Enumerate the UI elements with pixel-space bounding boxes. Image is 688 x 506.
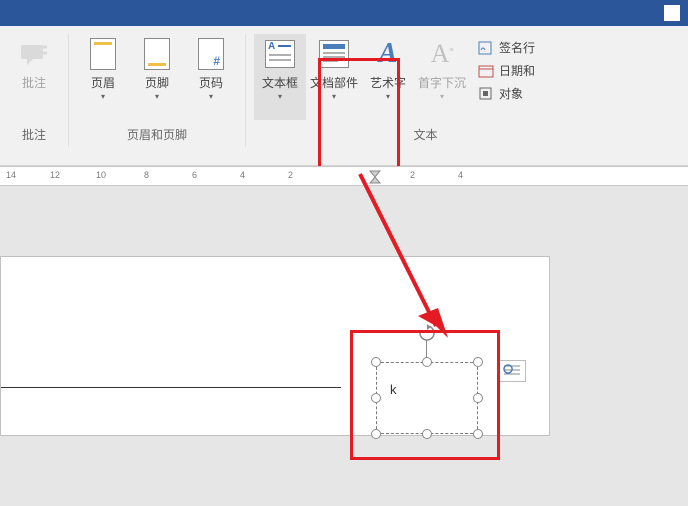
chevron-down-icon: ▾ bbox=[278, 92, 282, 101]
resize-handle-ml[interactable] bbox=[371, 393, 381, 403]
ruler-tick: 14 bbox=[6, 170, 16, 180]
resize-handle-tr[interactable] bbox=[473, 357, 483, 367]
header-label: 页眉 bbox=[91, 76, 115, 90]
document-area[interactable] bbox=[0, 186, 688, 506]
chevron-down-icon: ▾ bbox=[101, 92, 105, 101]
text-small-items: 签名行 日期和 对象 bbox=[470, 34, 537, 120]
text-cursor: k bbox=[390, 382, 397, 397]
comment-icon bbox=[18, 38, 50, 70]
header-button[interactable]: 页眉 ▾ bbox=[77, 34, 129, 120]
wordart-icon: A bbox=[372, 38, 404, 70]
ruler-tick: 12 bbox=[50, 170, 60, 180]
chevron-down-icon: ▾ bbox=[155, 92, 159, 101]
textbox-icon: A bbox=[264, 38, 296, 70]
comment-button[interactable]: 批注 bbox=[8, 34, 60, 120]
textbox-label: 文本框 bbox=[262, 76, 298, 90]
dropcap-icon: A≡ bbox=[426, 38, 458, 70]
textbox-button[interactable]: A 文本框 ▾ bbox=[254, 34, 306, 120]
rotate-handle-icon[interactable] bbox=[418, 324, 436, 342]
pagenum-button[interactable]: # 页码 ▾ bbox=[185, 34, 237, 120]
ruler-tick: 4 bbox=[240, 170, 245, 180]
ruler-tick: 10 bbox=[96, 170, 106, 180]
group-headerfooter: 页眉 ▾ 页脚 ▾ # 页码 ▾ 页眉和页脚 bbox=[69, 34, 246, 147]
pagenum-icon: # bbox=[195, 38, 227, 70]
window-control-icon[interactable] bbox=[664, 5, 680, 21]
horizontal-ruler[interactable]: 14 12 10 8 6 4 2 2 4 bbox=[0, 166, 688, 186]
footer-button[interactable]: 页脚 ▾ bbox=[131, 34, 183, 120]
group-comments: 批注 批注 bbox=[0, 34, 69, 147]
object-button[interactable]: 对象 bbox=[476, 84, 537, 103]
signature-icon bbox=[478, 40, 494, 56]
datetime-icon bbox=[478, 63, 494, 79]
ribbon: 批注 批注 页眉 ▾ 页脚 ▾ # 页码 ▾ 页眉和页脚 bbox=[0, 26, 688, 166]
resize-handle-tl[interactable] bbox=[371, 357, 381, 367]
quickparts-icon bbox=[318, 38, 350, 70]
resize-handle-bl[interactable] bbox=[371, 429, 381, 439]
signature-button[interactable]: 签名行 bbox=[476, 38, 537, 57]
resize-handle-mr[interactable] bbox=[473, 393, 483, 403]
textbox-border bbox=[376, 362, 478, 434]
group-text: A 文本框 ▾ 文档部 bbox=[246, 34, 545, 147]
chevron-down-icon: ▾ bbox=[209, 92, 213, 101]
object-icon bbox=[478, 86, 494, 102]
ruler-tick: 8 bbox=[144, 170, 149, 180]
datetime-button[interactable]: 日期和 bbox=[476, 61, 537, 80]
dropcap-label: 首字下沉 bbox=[418, 76, 466, 90]
pagenum-label: 页码 bbox=[199, 76, 223, 90]
chevron-down-icon: ▾ bbox=[332, 92, 336, 101]
quickparts-button[interactable]: 文档部件 ▾ bbox=[308, 34, 360, 120]
ruler-tick: 6 bbox=[192, 170, 197, 180]
indent-marker-icon[interactable] bbox=[368, 167, 382, 186]
dropcap-button[interactable]: A≡ 首字下沉 ▾ bbox=[416, 34, 468, 120]
datetime-label: 日期和 bbox=[499, 62, 535, 79]
rotate-stem bbox=[426, 340, 427, 358]
footer-icon bbox=[141, 38, 173, 70]
chevron-down-icon: ▾ bbox=[440, 92, 444, 101]
group-text-label: 文本 bbox=[414, 126, 438, 143]
chevron-down-icon: ▾ bbox=[386, 92, 390, 101]
title-bar bbox=[0, 0, 688, 26]
ruler-tick: 4 bbox=[458, 170, 463, 180]
resize-handle-bm[interactable] bbox=[422, 429, 432, 439]
horizontal-line bbox=[1, 387, 341, 388]
header-icon bbox=[87, 38, 119, 70]
group-comments-label: 批注 bbox=[22, 126, 46, 143]
object-label: 对象 bbox=[499, 85, 523, 102]
footer-label: 页脚 bbox=[145, 76, 169, 90]
resize-handle-tm[interactable] bbox=[422, 357, 432, 367]
group-headerfooter-label: 页眉和页脚 bbox=[127, 126, 187, 143]
wordart-label: 艺术字 bbox=[370, 76, 406, 90]
quickparts-label: 文档部件 bbox=[310, 76, 358, 90]
signature-label: 签名行 bbox=[499, 39, 535, 56]
layout-options-button[interactable] bbox=[498, 360, 526, 382]
inserted-textbox[interactable]: k bbox=[368, 354, 486, 442]
ruler-tick: 2 bbox=[410, 170, 415, 180]
comment-label: 批注 bbox=[22, 76, 46, 90]
ruler-tick: 2 bbox=[288, 170, 293, 180]
wordart-button[interactable]: A 艺术字 ▾ bbox=[362, 34, 414, 120]
resize-handle-br[interactable] bbox=[473, 429, 483, 439]
